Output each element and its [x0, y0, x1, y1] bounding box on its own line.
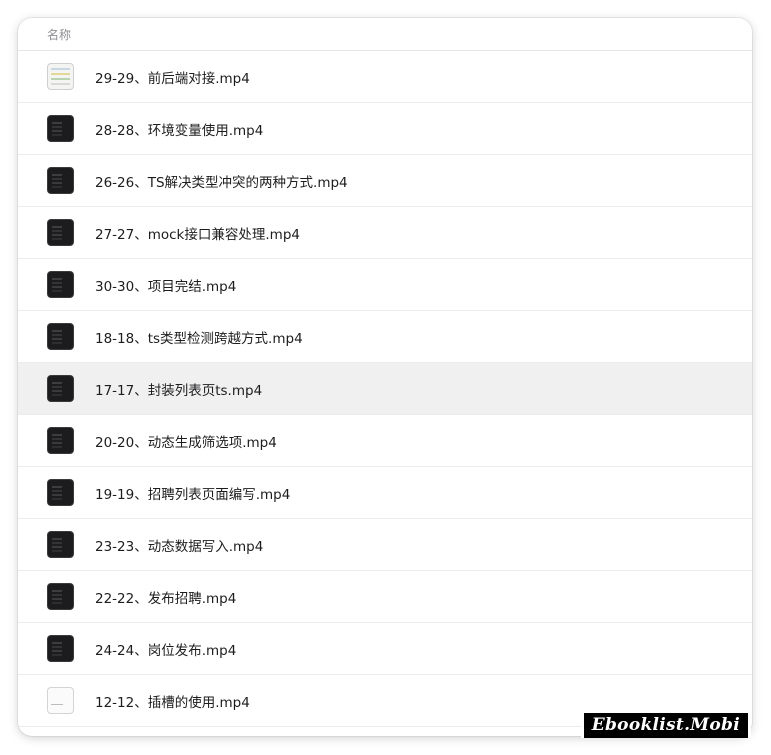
file-row[interactable]: 29-29、前后端对接.mp4 [18, 51, 752, 103]
finder-window: 名称 29-29、前后端对接.mp4 28-28、环境变量使用.mp4 26-2… [18, 18, 752, 736]
video-thumbnail-icon [47, 219, 74, 246]
file-name: 20-20、动态生成筛选项.mp4 [95, 434, 277, 451]
video-thumbnail-icon [47, 115, 74, 142]
video-thumbnail-icon [47, 427, 74, 454]
video-thumbnail-icon [47, 531, 74, 558]
file-name: 24-24、岗位发布.mp4 [95, 642, 237, 659]
file-name: 27-27、mock接口兼容处理.mp4 [95, 226, 300, 243]
file-row[interactable]: 26-26、TS解决类型冲突的两种方式.mp4 [18, 155, 752, 207]
video-thumbnail-icon [47, 323, 74, 350]
file-name: 23-23、动态数据写入.mp4 [95, 538, 264, 555]
file-name: 28-28、环境变量使用.mp4 [95, 122, 264, 139]
video-thumbnail-icon [47, 635, 74, 662]
file-name: 17-17、封装列表页ts.mp4 [95, 382, 263, 399]
file-name: 12-12、插槽的使用.mp4 [95, 694, 250, 711]
watermark-logo: Ebooklist.Mobi [580, 713, 751, 738]
file-row[interactable]: 19-19、招聘列表页面编写.mp4 [18, 467, 752, 519]
file-name: 22-22、发布招聘.mp4 [95, 590, 237, 607]
file-row[interactable]: 18-18、ts类型检测跨越方式.mp4 [18, 311, 752, 363]
name-column-header[interactable]: 名称 [47, 26, 71, 43]
video-thumbnail-icon [47, 479, 74, 506]
file-name: 26-26、TS解决类型冲突的两种方式.mp4 [95, 174, 348, 191]
file-row[interactable]: 17-17、封装列表页ts.mp4 [18, 363, 752, 415]
video-thumbnail-icon [47, 167, 74, 194]
file-row[interactable]: 27-27、mock接口兼容处理.mp4 [18, 207, 752, 259]
file-name: 19-19、招聘列表页面编写.mp4 [95, 486, 291, 503]
file-name: 30-30、项目完结.mp4 [95, 278, 237, 295]
video-thumbnail-icon [47, 63, 74, 90]
file-row[interactable]: 30-30、项目完结.mp4 [18, 259, 752, 311]
file-row[interactable]: 22-22、发布招聘.mp4 [18, 571, 752, 623]
video-thumbnail-icon [47, 687, 74, 714]
list-header: 名称 [18, 18, 752, 51]
file-row[interactable]: 24-24、岗位发布.mp4 [18, 623, 752, 675]
file-row[interactable]: 28-28、环境变量使用.mp4 [18, 103, 752, 155]
video-thumbnail-icon [47, 271, 74, 298]
video-thumbnail-icon [47, 583, 74, 610]
file-row[interactable]: 20-20、动态生成筛选项.mp4 [18, 415, 752, 467]
file-name: 29-29、前后端对接.mp4 [95, 70, 250, 87]
file-list: 29-29、前后端对接.mp4 28-28、环境变量使用.mp4 26-26、T… [18, 51, 752, 727]
file-row[interactable]: 23-23、动态数据写入.mp4 [18, 519, 752, 571]
video-thumbnail-icon [47, 375, 74, 402]
file-name: 18-18、ts类型检测跨越方式.mp4 [95, 330, 303, 347]
